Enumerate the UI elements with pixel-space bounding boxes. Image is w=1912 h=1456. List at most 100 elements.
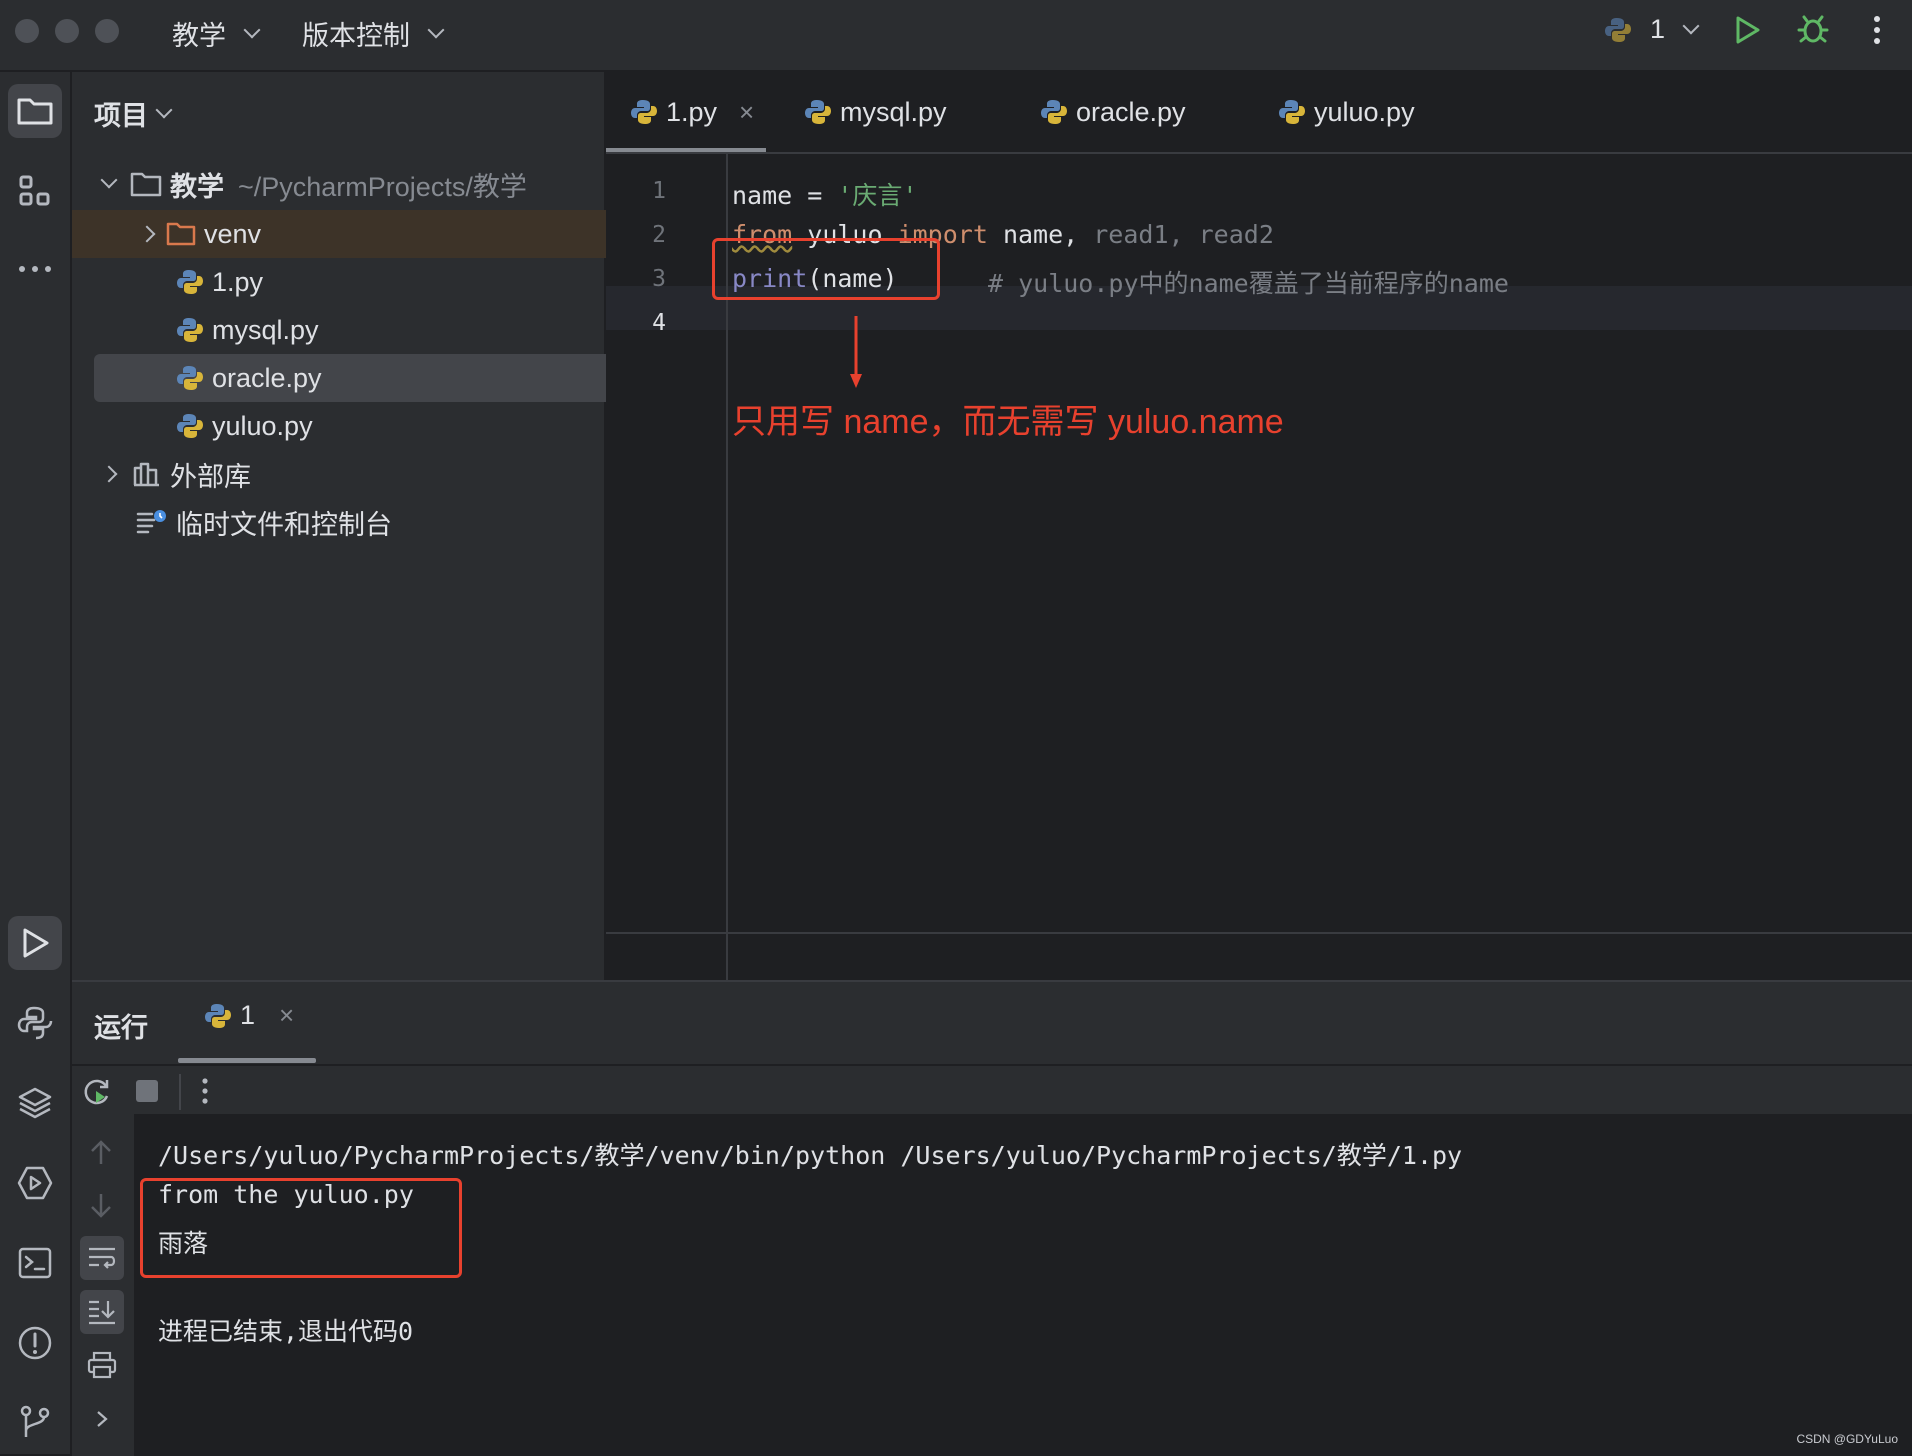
code-line-1[interactable]: name = '庆言' xyxy=(732,176,917,212)
tab-mysqlpy[interactable]: mysql.py xyxy=(804,72,947,152)
tab-1py[interactable]: 1.py × xyxy=(630,72,754,152)
line-number: 1 xyxy=(652,178,666,204)
close-icon[interactable]: × xyxy=(739,97,754,128)
annotation-arrow xyxy=(850,316,862,388)
chevron-down-icon xyxy=(1682,17,1700,34)
title-bar: 教学 版本控制 1 xyxy=(0,0,1912,72)
terminal-tool-button[interactable] xyxy=(8,1236,62,1290)
python-file-icon xyxy=(177,318,203,342)
services-icon xyxy=(17,1166,53,1200)
vcs-menu-label: 版本控制 xyxy=(302,21,410,51)
python-file-icon xyxy=(205,1003,231,1028)
arrow-up-icon[interactable] xyxy=(88,1138,114,1168)
more-tools-button[interactable] xyxy=(8,242,62,296)
window-zoom-button[interactable] xyxy=(95,19,119,43)
run-side-toolbar xyxy=(72,1114,134,1456)
project-panel-header[interactable]: 项目 xyxy=(94,94,173,133)
run-icon xyxy=(23,928,49,958)
tab-oraclepy[interactable]: oracle.py xyxy=(1040,72,1186,152)
run-tab-label: 1 xyxy=(240,1000,256,1030)
folder-icon xyxy=(17,98,53,125)
arrow-down-icon[interactable] xyxy=(88,1190,114,1220)
editor-divider xyxy=(606,932,1912,934)
scroll-to-end-button[interactable] xyxy=(80,1290,124,1334)
layers-icon xyxy=(18,1087,52,1119)
code-unused-imports: read1, read2 xyxy=(1093,220,1274,249)
problems-icon xyxy=(18,1326,52,1360)
soft-wrap-button[interactable] xyxy=(80,1236,124,1280)
editor-tabs: 1.py × mysql.py oracle.py yuluo.py xyxy=(606,72,1912,154)
tree-item-oraclepy[interactable]: oracle.py xyxy=(94,354,682,402)
run-tool-button[interactable] xyxy=(8,916,62,970)
tool-window-strip xyxy=(0,72,72,1454)
python-console-tool-button[interactable] xyxy=(8,996,62,1050)
code-token: name, xyxy=(987,220,1094,249)
code-token: name xyxy=(732,181,793,210)
tab-label: yuluo.py xyxy=(1314,96,1415,127)
python-icon xyxy=(1605,17,1631,42)
services-tool-button[interactable] xyxy=(8,1156,62,1210)
project-panel: 项目 教学 ~/PycharmProjects/教学 venv 1.py mys… xyxy=(72,72,682,980)
toolbar-separator xyxy=(179,1074,181,1110)
code-string: '庆言' xyxy=(837,181,918,210)
line-number: 4 xyxy=(652,310,666,336)
chevron-right-icon xyxy=(100,465,118,483)
project-menu-label: 教学 xyxy=(172,21,226,51)
chevron-right-icon[interactable] xyxy=(92,1406,112,1432)
tab-yuluopy[interactable]: yuluo.py xyxy=(1278,72,1415,152)
console-line: /Users/yuluo/PycharmProjects/教学/venv/bin… xyxy=(158,1141,1463,1170)
console-line: 进程已结束,退出代码0 xyxy=(158,1317,414,1346)
tree-item-label: oracle.py xyxy=(212,362,322,393)
run-tab-1[interactable]: 1 × xyxy=(204,1000,294,1031)
tree-item-label: 外部库 xyxy=(170,461,251,492)
problems-tool-button[interactable] xyxy=(8,1316,62,1370)
chevron-down-icon xyxy=(100,171,118,189)
folder-icon xyxy=(130,172,162,197)
tree-root[interactable]: 教学 ~/PycharmProjects/教学 xyxy=(72,160,626,208)
more-vertical-icon[interactable] xyxy=(1872,14,1882,46)
chevron-right-icon xyxy=(138,225,156,243)
scratches-icon xyxy=(136,510,166,534)
python-file-icon xyxy=(177,270,203,294)
code-token: = xyxy=(792,181,838,210)
terminal-icon xyxy=(18,1247,52,1279)
library-icon xyxy=(133,462,159,487)
python-packages-tool-button[interactable] xyxy=(8,1076,62,1130)
tab-label: 1.py xyxy=(666,96,718,127)
run-panel-title: 运行 xyxy=(94,1013,148,1043)
window-close-button[interactable] xyxy=(15,19,39,43)
project-menu[interactable]: 教学 xyxy=(172,14,261,53)
tree-item-scratches[interactable]: 临时文件和控制台 xyxy=(72,498,668,546)
tree-item-external-libraries[interactable]: 外部库 xyxy=(72,450,626,498)
git-branch-icon xyxy=(20,1405,50,1437)
tree-item-label: yuluo.py xyxy=(212,410,313,441)
tree-item-label: mysql.py xyxy=(212,314,319,345)
tab-label: oracle.py xyxy=(1076,96,1186,127)
git-tool-button[interactable] xyxy=(8,1394,62,1448)
more-vertical-icon[interactable] xyxy=(200,1076,210,1106)
run-config-selector[interactable]: 1 xyxy=(1604,14,1700,45)
print-icon[interactable] xyxy=(86,1350,118,1380)
tree-item-venv[interactable]: venv xyxy=(72,210,664,258)
python-file-icon xyxy=(805,100,831,124)
active-tab-underline xyxy=(178,1058,316,1063)
rerun-icon[interactable] xyxy=(80,1076,112,1108)
structure-tool-button[interactable] xyxy=(8,164,62,218)
python-file-icon xyxy=(177,366,203,390)
run-icon[interactable] xyxy=(1732,14,1762,46)
tab-label: mysql.py xyxy=(840,96,947,127)
python-console-icon xyxy=(17,1006,53,1040)
annotation-text: 只用写 name，而无需写 yuluo.name xyxy=(732,403,1284,441)
debug-icon[interactable] xyxy=(1796,12,1830,46)
python-file-icon xyxy=(1041,100,1067,124)
folder-icon xyxy=(166,222,196,246)
active-tab-underline xyxy=(606,148,766,152)
close-icon[interactable]: × xyxy=(279,1000,294,1031)
highlight-box xyxy=(140,1178,462,1278)
project-tool-button[interactable] xyxy=(8,84,62,138)
window-minimize-button[interactable] xyxy=(55,19,79,43)
vcs-menu[interactable]: 版本控制 xyxy=(302,14,445,53)
scroll-to-end-icon xyxy=(89,1300,115,1325)
watermark: CSDN @GDYuLuo xyxy=(1796,1432,1898,1446)
stop-icon[interactable] xyxy=(136,1080,158,1102)
